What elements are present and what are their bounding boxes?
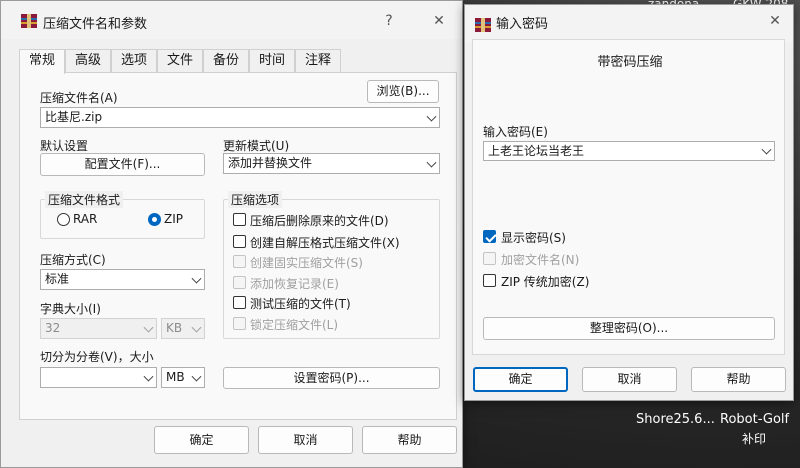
zip-legacy-encryption-checkbox[interactable] (483, 274, 496, 287)
default-settings-label: 默认设置 (40, 139, 89, 153)
winrar-app-icon (21, 14, 37, 28)
ok-button[interactable]: 确定 (473, 367, 568, 392)
lock-archive-label: 锁定压缩文件(L) (250, 318, 339, 332)
profiles-button[interactable]: 配置文件(F)... (40, 153, 205, 176)
set-password-button[interactable]: 设置密码(P)... (223, 367, 440, 389)
close-icon[interactable]: ✕ (427, 9, 451, 33)
tab-options[interactable]: 选项 (111, 49, 157, 73)
tab-advanced[interactable]: 高级 (65, 49, 111, 73)
show-password-label: 显示密码(S) (501, 231, 566, 245)
update-mode-select[interactable]: 添加并替换文件 (223, 153, 440, 174)
archive-settings-dialog: 压缩文件名和参数 ? ✕ 常规 高级 选项 文件 备份 时间 注释 压缩文件名(… (0, 0, 463, 468)
tab-files[interactable]: 文件 (157, 49, 203, 73)
compression-method-value: 标准 (45, 272, 70, 286)
desktop-icon-label: 补印 (742, 432, 767, 446)
archive-name-value: 比基尼.zip (45, 110, 103, 124)
tab-backup[interactable]: 备份 (203, 49, 249, 73)
lock-archive-checkbox (233, 317, 246, 330)
encrypt-filenames-checkbox (483, 252, 496, 265)
help-button[interactable]: 帮助 (691, 367, 786, 392)
format-rar-radio[interactable] (57, 213, 70, 226)
chevron-down-icon[interactable] (143, 371, 154, 382)
ok-button[interactable]: 确定 (154, 426, 249, 454)
split-volumes-label: 切分为分卷(V)，大小 (40, 350, 154, 364)
delete-after-label: 压缩后删除原来的文件(D) (250, 214, 389, 228)
solid-archive-label: 创建固实压缩文件(S) (250, 256, 363, 270)
compression-method-select[interactable]: 标准 (40, 269, 205, 290)
password-panel (472, 39, 785, 355)
archive-name-label: 压缩文件名(A) (40, 91, 118, 105)
close-icon[interactable]: ✕ (763, 9, 787, 33)
chevron-down-icon[interactable] (426, 111, 437, 122)
recovery-record-label: 添加恢复记录(E) (250, 277, 339, 291)
update-mode-value: 添加并替换文件 (228, 156, 313, 170)
help-icon[interactable]: ? (377, 9, 401, 33)
title-bar[interactable]: 压缩文件名和参数 ? ✕ (1, 1, 462, 39)
dialog-title: 压缩文件名和参数 (43, 17, 148, 32)
tab-comment[interactable]: 注释 (295, 49, 341, 73)
chevron-down-icon[interactable] (191, 371, 202, 382)
chevron-down-icon (143, 322, 154, 333)
dictionary-size-label: 字典大小(I) (40, 302, 101, 316)
winrar-app-icon (475, 18, 491, 32)
password-value: 上老王论坛当老王 (488, 144, 585, 158)
desktop-icon-label[interactable]: Robot-Golf (720, 412, 789, 427)
archive-format-title: 压缩文件格式 (45, 191, 124, 208)
create-sfx-checkbox[interactable] (233, 235, 246, 248)
format-zip-label: ZIP (164, 212, 183, 226)
tab-time[interactable]: 时间 (249, 49, 295, 73)
dictionary-size-value: 32 (45, 321, 61, 335)
update-mode-label: 更新模式(U) (223, 139, 290, 153)
create-sfx-label: 创建自解压格式压缩文件(X) (250, 236, 400, 250)
show-password-checkbox[interactable] (483, 230, 496, 243)
compression-method-label: 压缩方式(C) (40, 253, 106, 267)
dictionary-unit-select: KB (161, 318, 205, 339)
format-rar-label: RAR (73, 212, 98, 226)
archiving-options-title: 压缩选项 (228, 191, 283, 208)
browse-button[interactable]: 浏览(B)... (367, 80, 439, 103)
chevron-down-icon (191, 322, 202, 333)
zip-legacy-encryption-label: ZIP 传统加密(Z) (501, 275, 590, 289)
tab-general[interactable]: 常规 (19, 49, 65, 74)
desktop-icon-label[interactable]: Shore25.6... (636, 412, 715, 427)
chevron-down-icon[interactable] (426, 157, 437, 168)
split-size-combobox[interactable] (40, 367, 157, 388)
cancel-button[interactable]: 取消 (258, 426, 353, 454)
dialog-heading: 带密码压缩 (597, 55, 663, 70)
enter-password-label: 输入密码(E) (483, 125, 548, 139)
password-dialog: 输入密码 ✕ 带密码压缩 输入密码(E) 上老王论坛当老王 显示密码(S) 加密… (464, 4, 794, 401)
help-button[interactable]: 帮助 (362, 426, 457, 454)
split-unit-select[interactable]: MB (161, 367, 205, 388)
chevron-down-icon[interactable] (761, 144, 772, 155)
recovery-record-checkbox (233, 276, 246, 289)
title-bar[interactable]: 输入密码 ✕ (465, 5, 793, 43)
dictionary-size-select: 32 (40, 318, 157, 339)
chevron-down-icon[interactable] (191, 273, 202, 284)
test-files-checkbox[interactable] (233, 296, 246, 309)
test-files-label: 测试压缩的文件(T) (250, 297, 351, 311)
archive-name-combobox[interactable]: 比基尼.zip (40, 107, 440, 128)
cancel-button[interactable]: 取消 (582, 367, 677, 392)
format-zip-radio[interactable] (148, 213, 161, 226)
organize-passwords-button[interactable]: 整理密码(O)... (483, 317, 775, 340)
password-input[interactable]: 上老王论坛当老王 (483, 141, 775, 161)
solid-archive-checkbox (233, 255, 246, 268)
dialog-title: 输入密码 (496, 17, 549, 32)
dictionary-unit-value: KB (166, 321, 183, 335)
encrypt-filenames-label: 加密文件名(N) (501, 253, 580, 267)
delete-after-checkbox[interactable] (233, 213, 246, 226)
split-unit-value: MB (166, 370, 185, 384)
